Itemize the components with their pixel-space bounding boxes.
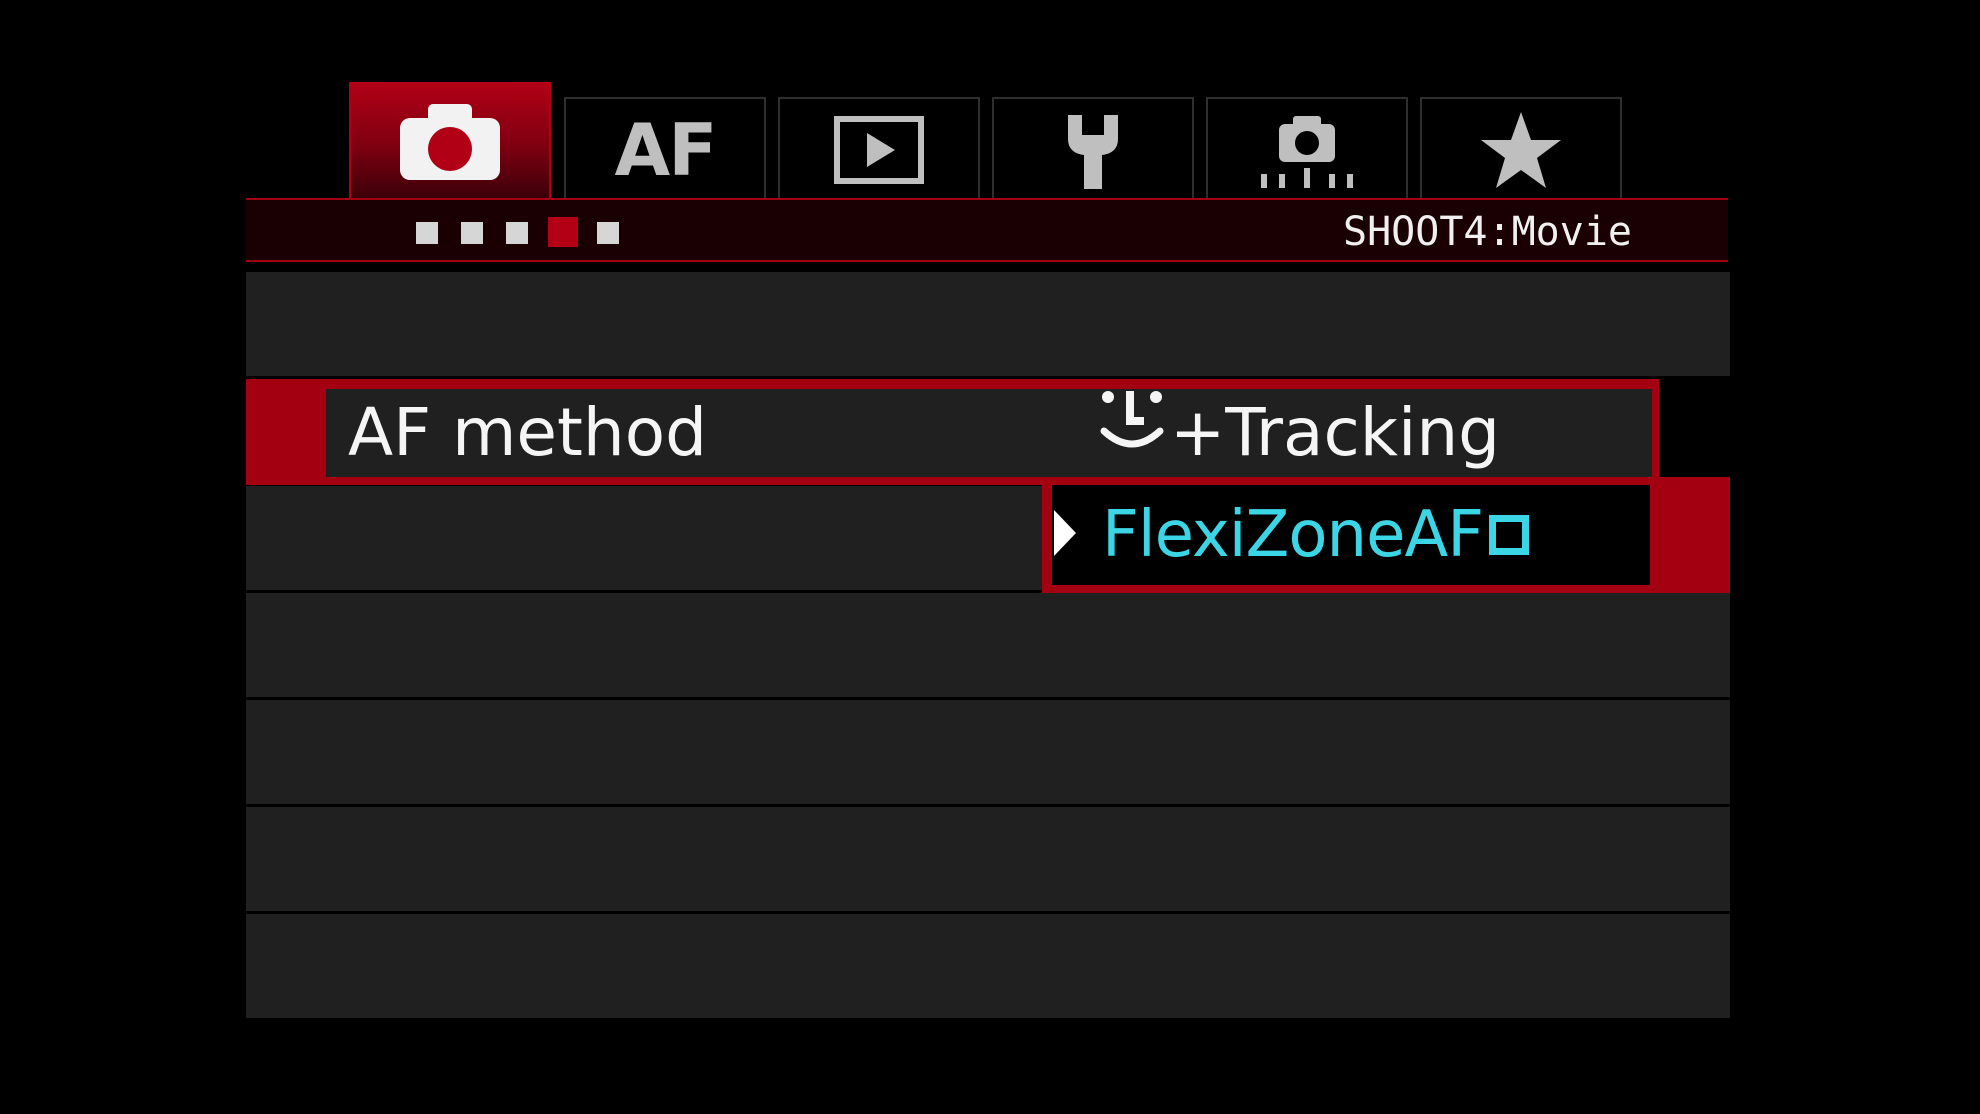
- tab-playback[interactable]: [778, 97, 980, 201]
- page-indicator-3: [506, 222, 528, 244]
- camera-settings-icon: [1255, 110, 1359, 190]
- star-icon: [1479, 110, 1563, 190]
- single-square-icon: [1489, 515, 1530, 555]
- wrench-icon: [1058, 109, 1128, 191]
- tab-setup[interactable]: [992, 97, 1194, 201]
- tab-custom-functions[interactable]: [1206, 97, 1408, 201]
- face-icon: [1100, 387, 1170, 479]
- selection-arrow-icon: [1052, 508, 1078, 562]
- page-indicator-5: [597, 222, 619, 244]
- menu-row[interactable]: [246, 593, 1730, 697]
- dropdown-option-label: FlexiZoneAF: [1102, 498, 1530, 572]
- af-method-current-value: +Tracking: [1100, 389, 1500, 477]
- tab-af[interactable]: AF: [564, 97, 766, 201]
- page-indicator-1: [416, 222, 438, 244]
- tab-af-label: AF: [614, 108, 718, 192]
- menu-row[interactable]: [246, 807, 1730, 911]
- page-indicator-4-active: [548, 217, 578, 247]
- page-indicator-2: [461, 222, 483, 244]
- af-method-label: AF method: [348, 394, 707, 471]
- af-method-value-text: +Tracking: [1170, 394, 1501, 471]
- tab-my-menu[interactable]: [1420, 97, 1622, 201]
- menu-row[interactable]: [246, 272, 1730, 376]
- camera-icon: [398, 102, 502, 182]
- menu-tabs: AF: [349, 82, 1629, 201]
- menu-row[interactable]: [246, 914, 1730, 1018]
- dropdown-option-flexizone[interactable]: FlexiZoneAF: [1052, 485, 1650, 585]
- camera-menu-screen: AF SHOOT4:Movie AF method +Tracking Flex…: [0, 0, 1980, 1114]
- tab-shooting[interactable]: [349, 82, 551, 199]
- menu-subheader: SHOOT4:Movie: [246, 198, 1728, 262]
- menu-row[interactable]: [246, 700, 1730, 804]
- dropdown-option-text: FlexiZoneAF: [1102, 498, 1484, 572]
- page-title: SHOOT4:Movie: [1343, 209, 1632, 255]
- playback-icon: [833, 115, 925, 185]
